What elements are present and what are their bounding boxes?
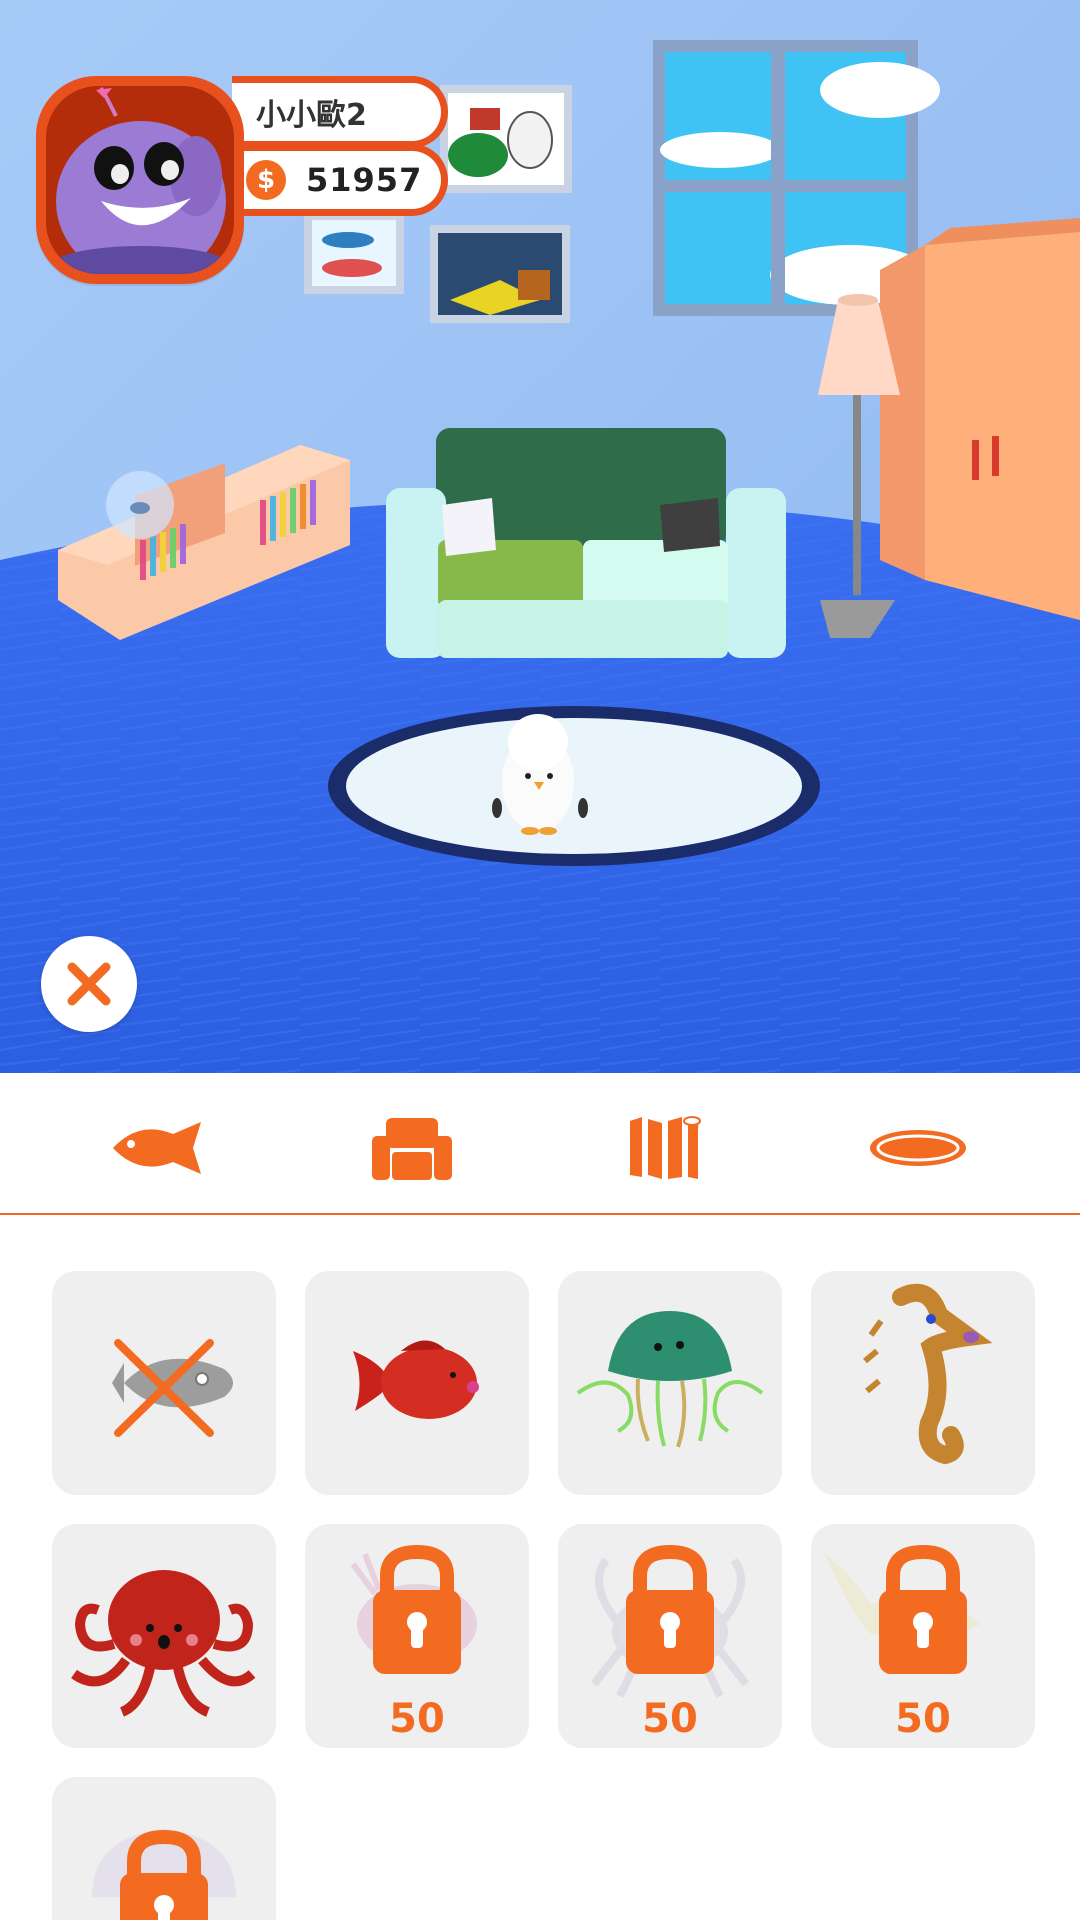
close-button[interactable] xyxy=(41,936,137,1032)
player-profile: 小小歐2 $ 51957 xyxy=(36,76,456,286)
tab-wallpaper[interactable] xyxy=(605,1103,725,1193)
no-fish-icon xyxy=(112,1339,233,1437)
category-tabs xyxy=(0,1073,1080,1215)
red-fish-icon xyxy=(353,1340,479,1419)
seahorse-icon xyxy=(863,1283,993,1465)
wall-picture-birds xyxy=(440,85,572,193)
room-scene: 小小歐2 $ 51957 xyxy=(0,0,1080,1073)
tab-furniture[interactable] xyxy=(352,1103,472,1193)
coin-count: 51957 xyxy=(306,161,423,199)
lock-icon xyxy=(120,1829,208,1920)
close-icon xyxy=(67,962,111,1006)
item-none[interactable] xyxy=(52,1271,276,1495)
round-rug xyxy=(328,706,820,866)
tab-fish[interactable] xyxy=(97,1103,217,1193)
item-price: 50 xyxy=(895,1696,951,1742)
item-jellyfish[interactable] xyxy=(558,1271,782,1495)
fish-icon xyxy=(113,1122,201,1174)
jellyfish-icon xyxy=(576,1311,764,1448)
coin-icon: $ xyxy=(246,160,286,200)
item-clam-locked[interactable] xyxy=(52,1777,276,1920)
sofa xyxy=(386,428,786,658)
item-red-fish[interactable] xyxy=(305,1271,529,1495)
monster-avatar-icon xyxy=(51,86,231,274)
avatar[interactable] xyxy=(36,76,244,284)
tab-rug[interactable] xyxy=(858,1103,978,1193)
item-seahorse[interactable] xyxy=(811,1271,1035,1495)
rug-icon xyxy=(870,1130,966,1166)
item-price: 50 xyxy=(389,1696,445,1742)
item-pink-fish-locked[interactable]: 50 xyxy=(305,1524,529,1748)
item-grid: 50 50 50 xyxy=(0,1215,1080,1920)
player-name: 小小歐2 xyxy=(232,76,448,148)
item-yellow-fish-locked[interactable]: 50 xyxy=(811,1524,1035,1748)
item-price: 50 xyxy=(642,1696,698,1742)
coin-balance: $ 51957 xyxy=(232,144,448,216)
wardrobe xyxy=(880,218,1080,620)
sofa-icon xyxy=(372,1118,452,1180)
octopus-icon xyxy=(71,1570,256,1717)
item-crab-locked[interactable]: 50 xyxy=(558,1524,782,1748)
item-octopus[interactable] xyxy=(52,1524,276,1748)
wallpaper-icon xyxy=(630,1116,701,1179)
